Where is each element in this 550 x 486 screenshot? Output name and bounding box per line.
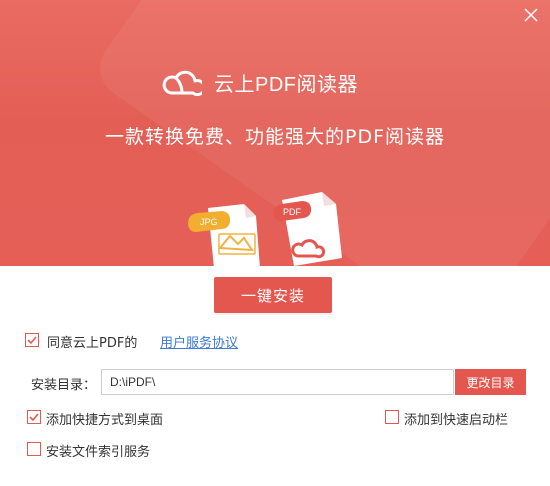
brand: 云上PDF阅读器 [0, 68, 550, 97]
file-index-checkbox[interactable] [27, 442, 41, 456]
change-dir-button[interactable]: 更改目录 [455, 369, 526, 395]
app-title: 云上PDF阅读器 [214, 74, 358, 96]
hero-banner: 云上PDF阅读器 一款转换免费、功能强大的PDF阅读器 JPG PDF [0, 0, 550, 266]
pdf-file-icon: PDF [273, 192, 342, 266]
install-dir-label: 安装目录： [31, 378, 97, 393]
cloud-logo-icon [162, 70, 202, 96]
quick-launch-checkbox[interactable] [385, 410, 399, 424]
install-button[interactable]: 一键安装 [214, 277, 332, 313]
desktop-shortcut-checkbox[interactable] [27, 410, 41, 424]
agreement-checkbox[interactable] [25, 333, 39, 347]
app-slogan: 一款转换免费、功能强大的PDF阅读器 [104, 126, 446, 148]
desktop-shortcut-label: 添加快捷方式到桌面 [46, 413, 164, 428]
user-agreement-link[interactable]: 用户服务协议 [160, 332, 238, 351]
svg-text:JPG: JPG [200, 217, 218, 227]
agreement-label: 同意云上PDF的 [47, 336, 138, 351]
check-icon [27, 336, 37, 345]
jpg-file-icon: JPG [188, 204, 260, 266]
close-icon [524, 8, 538, 22]
install-dir-input[interactable]: D:\iPDF\ [101, 369, 454, 395]
file-index-label: 安装文件索引服务 [46, 445, 151, 460]
close-button[interactable] [523, 7, 539, 23]
check-icon [29, 413, 39, 422]
quick-launch-label: 添加到快速启动栏 [404, 413, 509, 428]
file-conversion-illustration: JPG PDF [188, 192, 342, 266]
svg-text:PDF: PDF [283, 207, 302, 217]
